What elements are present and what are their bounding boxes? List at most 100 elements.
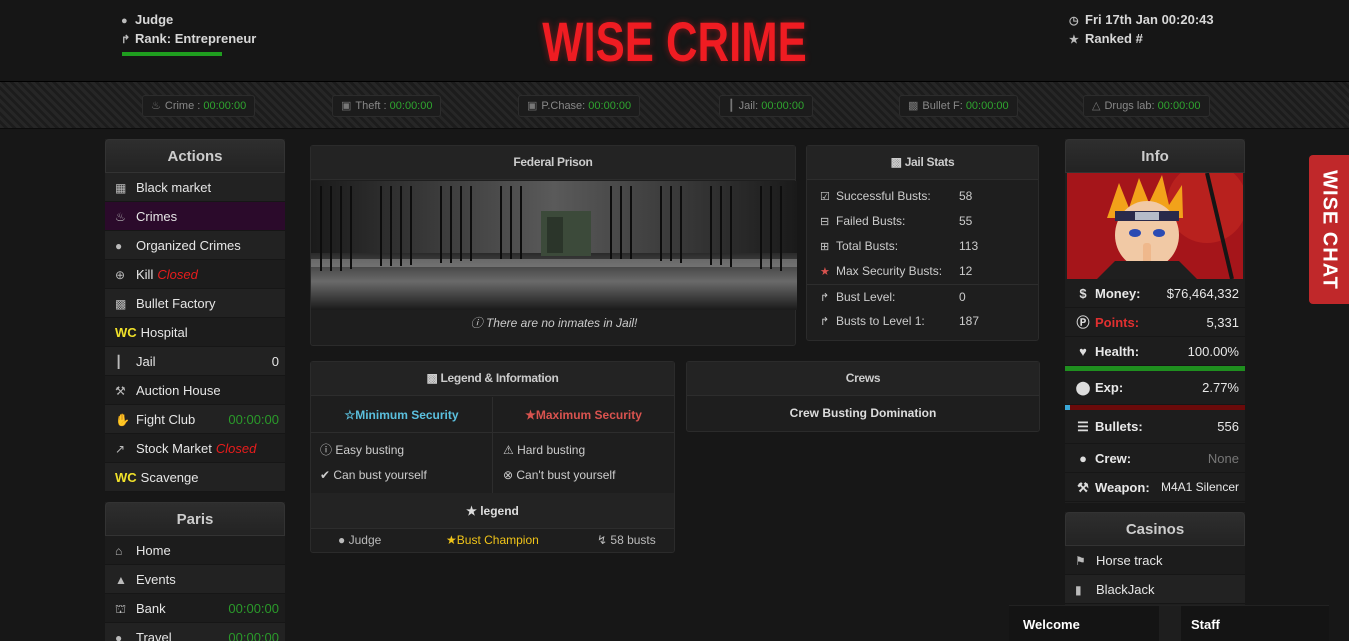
menu-hospital[interactable]: WC Hospital	[105, 318, 285, 347]
trophy-icon: ★	[466, 504, 481, 518]
jail-count: 0	[271, 354, 279, 369]
status-closed: Closed	[157, 267, 198, 282]
info-icon: ⓘ	[320, 443, 336, 457]
menu-jail[interactable]: ┃ Jail 0	[105, 347, 285, 376]
chart-icon: ▩	[890, 155, 905, 169]
chart-icon: ▩	[426, 371, 441, 385]
info-panel: Info $ Money: $76,464,332 Ⓟ Points: 5,331 ♥ H…	[1065, 139, 1245, 503]
level-up-icon: ↱	[820, 316, 830, 328]
wc-badge: WC	[115, 470, 137, 485]
crew-value: None	[1207, 451, 1239, 466]
star-icon: ★	[525, 408, 536, 422]
jail-stats-list: ☑ Successful Busts: 58 ⊟ Failed Busts: 55 ⊞ T…	[807, 180, 1038, 334]
wc-badge: WC	[115, 325, 137, 340]
timer-crime[interactable]: ♨ Crime : 00:00:00	[142, 95, 256, 117]
prison-empty-note: ⓘ There are no inmates in Jail!	[470, 316, 638, 330]
users-icon: ●	[1079, 451, 1087, 466]
menu-bullet-factory[interactable]: ▩ Bullet Factory	[105, 289, 285, 318]
avatar-portrait	[1067, 173, 1243, 279]
city-panel: Paris ⌂ Home ▲ Events ⛫ Bank 00:00:00 ● Trave…	[105, 502, 285, 641]
menu-events[interactable]: ▲ Events	[105, 565, 285, 594]
chat-tab-staff[interactable]: Staff	[1191, 617, 1220, 632]
champion-busts: ↯ 58 busts	[597, 533, 656, 547]
prison-image	[311, 181, 797, 310]
chat-bar: Welcome Staff	[1009, 605, 1329, 641]
info-title: Info	[1065, 139, 1245, 173]
fire-icon: ♨	[151, 100, 161, 112]
bolt-icon: ↯	[597, 533, 611, 547]
star-outline-icon: ☆	[344, 408, 356, 422]
check-circle-icon: ✔	[320, 468, 334, 482]
dollar-icon: $	[1079, 286, 1087, 301]
wise-chat-tab[interactable]: WISE CHAT	[1309, 155, 1349, 304]
bust-champion-badge: ★Bust Champion	[446, 533, 539, 547]
chart-icon: ↗	[115, 442, 126, 456]
exp-row: ⬤ Exp: 2.77%	[1065, 371, 1245, 405]
user-icon: ●	[121, 15, 128, 27]
car-icon: ▣	[527, 100, 538, 112]
timer-theft[interactable]: ▣ Theft : 00:00:00	[332, 95, 442, 117]
points-value: 5,331	[1206, 315, 1239, 330]
menu-fight-club[interactable]: ✋ Fight Club 00:00:00	[105, 405, 285, 434]
server-info: ◷ Fri 17th Jan 00:20:43 ★ Ranked #	[1069, 11, 1214, 49]
home-icon: ⌂	[115, 544, 123, 558]
timer-pchase[interactable]: ▣ P.Chase: 00:00:00	[518, 95, 641, 117]
stat-busts-to-level: ↱ Busts to Level 1: 187	[807, 309, 1038, 334]
menu-black-market[interactable]: ▦ Black market	[105, 173, 285, 202]
timer-bullet-factory[interactable]: ▩ Bullet F: 00:00:00	[899, 95, 1018, 117]
site-logo[interactable]: WISE CRIME	[148, 10, 1200, 74]
avatar[interactable]	[1067, 173, 1243, 279]
flask-icon: △	[1092, 100, 1101, 112]
menu-scavenge[interactable]: WC Scavenge	[105, 463, 285, 492]
menu-blackjack[interactable]: ▮ BlackJack	[1065, 575, 1245, 604]
timer-strip: ♨ Crime : 00:00:00 ▣ Theft : 00:00:00 ▣ P.C…	[0, 82, 1349, 129]
stat-bust-level: ↱ Bust Level: 0	[807, 284, 1038, 309]
menu-kill[interactable]: ⊕ Kill Closed	[105, 260, 285, 289]
weapon-value: M4A1 Silencer	[1160, 480, 1239, 494]
prison-cells-illustration	[311, 181, 797, 310]
minimum-security-header: ☆Minimum Security	[311, 397, 493, 433]
factory-icon: ▩	[908, 100, 919, 112]
menu-home[interactable]: ⌂ Home	[105, 536, 285, 565]
money-value: $76,464,332	[1166, 286, 1239, 301]
bell-icon: ▲	[115, 573, 127, 587]
level-up-icon: ↱	[121, 34, 131, 46]
legend-can-bust-yourself: ✔ Can bust yourself	[320, 468, 427, 482]
heartbeat-icon: ♥	[1079, 344, 1087, 359]
crew-row: ● Crew: None	[1065, 444, 1245, 473]
city-title: Paris	[105, 502, 285, 536]
menu-crimes[interactable]: ♨ Crimes	[105, 202, 285, 231]
bars-icon: ┃	[115, 355, 123, 369]
exp-value: 2.77%	[1202, 380, 1239, 395]
star-icon: ★	[446, 533, 457, 547]
warning-icon: ⚠	[503, 443, 518, 457]
menu-organized-crimes[interactable]: ● Organized Crimes	[105, 231, 285, 260]
menu-bank[interactable]: ⛫ Bank 00:00:00	[105, 594, 285, 623]
card-icon: ▮	[1075, 583, 1082, 597]
clock-icon: ◷	[1069, 15, 1079, 27]
jail-stats-panel: ▩ Jail Stats ☑ Successful Busts: 58 ⊟ Faile…	[806, 145, 1039, 341]
user-icon: ●	[338, 533, 349, 547]
legend-panel-title: ▩ Legend & Information	[311, 362, 674, 396]
actions-panel: Actions ▦ Black market ♨ Crimes ● Organized…	[105, 139, 285, 492]
points-icon: Ⓟ	[1076, 315, 1090, 330]
health-row: ♥ Health: 100.00%	[1065, 337, 1245, 366]
legend-subtitle: ★ legend	[311, 493, 674, 529]
menu-stock-market[interactable]: ↗ Stock Market Closed	[105, 434, 285, 463]
timer-jail[interactable]: ┃ Jail: 00:00:00	[719, 95, 814, 117]
actions-list: ▦ Black market ♨ Crimes ● Organized Crimes …	[105, 173, 285, 492]
menu-auction-house[interactable]: ⚒ Auction House	[105, 376, 285, 405]
health-value: 100.00%	[1187, 344, 1239, 359]
casinos-title: Casinos	[1065, 512, 1245, 546]
travel-timer: 00:00:00	[228, 630, 279, 641]
menu-travel[interactable]: ● Travel 00:00:00	[105, 623, 285, 641]
menu-horse-track[interactable]: ⚑ Horse track	[1065, 546, 1245, 575]
minus-square-icon: ⊟	[820, 216, 830, 228]
status-closed: Closed	[215, 441, 257, 456]
points-row[interactable]: Ⓟ Points: 5,331	[1065, 308, 1245, 337]
timer-drugs-lab[interactable]: △ Drugs lab: 00:00:00	[1083, 95, 1210, 117]
champion-name[interactable]: ● Judge	[338, 529, 381, 552]
jail-stats-title: ▩ Jail Stats	[807, 146, 1038, 180]
maximum-security-header: ★Maximum Security	[493, 397, 674, 433]
chat-tab-welcome[interactable]: Welcome	[1023, 617, 1080, 632]
